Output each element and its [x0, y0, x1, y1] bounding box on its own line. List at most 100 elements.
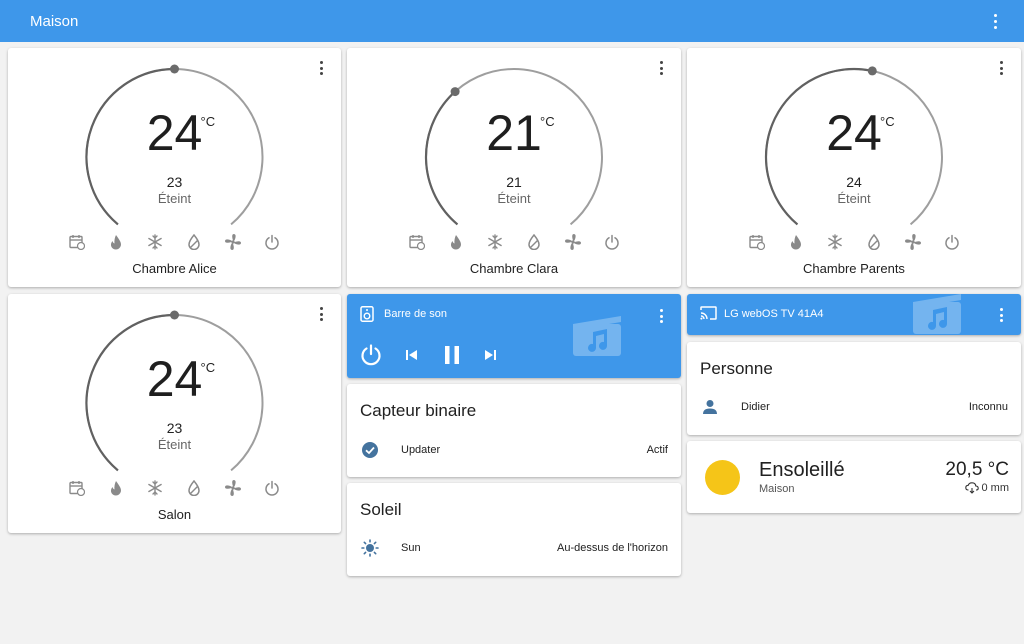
entity-row[interactable]: Sun Au-dessus de l'horizon — [360, 537, 668, 559]
hvac-state: Éteint — [157, 191, 192, 206]
previous-track-button[interactable] — [405, 348, 419, 362]
heat-icon[interactable] — [107, 478, 126, 497]
next-track-button[interactable] — [483, 348, 497, 362]
power-icon[interactable] — [263, 232, 282, 251]
current-temperature: 24 — [146, 105, 203, 161]
heat-icon[interactable] — [786, 232, 805, 251]
setpoint-handle[interactable] — [450, 87, 460, 97]
media-controls — [359, 343, 497, 367]
target-temperature: 23 — [166, 174, 183, 190]
sun-card: Soleil Sun Au-dessus de l'horizon — [347, 483, 681, 576]
movie-music-icon — [913, 294, 961, 334]
heat-icon[interactable] — [446, 232, 465, 251]
thermostat-card-0: 24 °C 23 Éteint Chambre Alice — [8, 48, 341, 287]
cool-icon[interactable] — [146, 232, 165, 251]
weather-precipitation: 0 mm — [964, 482, 1010, 494]
entity-state: Actif — [646, 444, 668, 456]
dry-icon[interactable] — [864, 232, 883, 251]
media-player-card-soundbar: Barre de son — [347, 294, 681, 378]
person-icon — [700, 397, 720, 417]
current-temperature: 24 — [826, 105, 882, 161]
entity-row[interactable]: Didier Inconnu — [700, 396, 1008, 418]
schedule-icon[interactable] — [747, 232, 766, 251]
hvac-mode-bar — [8, 232, 341, 251]
thermostat-card-1: 21 °C 21 Éteint Chambre Clara — [347, 48, 681, 287]
hvac-mode-bar — [8, 478, 341, 497]
card-menu-icon[interactable] — [995, 306, 1007, 324]
entity-name: Sun — [401, 542, 421, 554]
entity-name: Updater — [401, 444, 441, 456]
card-header: Capteur binaire — [360, 401, 477, 420]
cool-icon[interactable] — [825, 232, 844, 251]
thermostat-card-3: 24 °C 23 Éteint Salon — [8, 294, 341, 533]
heat-icon[interactable] — [107, 232, 126, 251]
power-icon[interactable] — [602, 232, 621, 251]
fan-icon[interactable] — [224, 232, 243, 251]
card-header: Soleil — [360, 500, 402, 519]
pause-button[interactable] — [443, 345, 461, 365]
weather-card[interactable]: Ensoleillé Maison 20,5 °C 0 mm — [687, 441, 1021, 513]
media-player-card-tv: LG webOS TV 41A4 — [687, 294, 1021, 335]
thermostat-name: Chambre Alice — [132, 261, 217, 276]
power-icon[interactable] — [942, 232, 961, 251]
target-temperature: 24 — [846, 174, 862, 190]
hvac-state: Éteint — [497, 191, 531, 206]
card-menu-icon[interactable] — [655, 59, 667, 77]
dry-icon[interactable] — [185, 478, 204, 497]
hvac-state: Éteint — [837, 191, 871, 206]
cast-icon — [700, 306, 717, 320]
temperature-unit: °C — [540, 114, 555, 129]
page-title: Maison — [30, 12, 79, 30]
thermostat-name: Salon — [157, 507, 192, 522]
current-temperature: 21 — [486, 105, 542, 161]
card-menu-icon[interactable] — [315, 59, 327, 77]
card-menu-icon[interactable] — [995, 59, 1007, 77]
card-menu-icon[interactable] — [315, 305, 327, 323]
schedule-icon[interactable] — [68, 478, 87, 497]
hvac-state: Éteint — [157, 437, 192, 452]
setpoint-handle[interactable] — [170, 64, 179, 74]
power-icon[interactable] — [263, 478, 282, 497]
app-header: Maison — [0, 0, 1024, 42]
dry-icon[interactable] — [524, 232, 543, 251]
schedule-icon[interactable] — [68, 232, 87, 251]
entity-state: Inconnu — [968, 401, 1008, 413]
fan-icon[interactable] — [563, 232, 582, 251]
fan-icon[interactable] — [903, 232, 922, 251]
speaker-icon — [360, 306, 374, 322]
cool-icon[interactable] — [485, 232, 504, 251]
temperature-unit: °C — [200, 360, 216, 375]
cool-icon[interactable] — [146, 478, 165, 497]
person-card: Personne Didier Inconnu — [687, 342, 1021, 435]
header-menu-icon[interactable] — [986, 11, 1004, 31]
entity-row[interactable]: Updater Actif — [360, 439, 668, 461]
entity-name: Didier — [741, 401, 770, 413]
sun-icon — [360, 538, 380, 558]
thermostat-name: Chambre Parents — [803, 261, 905, 276]
media-player-title: LG webOS TV 41A4 — [724, 308, 824, 320]
cloud-rain-icon — [964, 482, 979, 494]
check-circle-icon — [360, 440, 380, 460]
sunny-weather-icon — [705, 460, 740, 495]
binary-sensor-card: Capteur binaire Updater Actif — [347, 384, 681, 477]
precipitation-value: 0 mm — [981, 482, 1010, 494]
temperature-unit: °C — [200, 114, 216, 129]
thermostat-name: Chambre Clara — [469, 261, 559, 276]
temperature-unit: °C — [880, 114, 895, 129]
weather-condition: Ensoleillé — [759, 459, 845, 481]
target-temperature: 21 — [506, 174, 522, 190]
entity-state: Au-dessus de l'horizon — [557, 542, 668, 554]
setpoint-handle[interactable] — [170, 310, 179, 320]
weather-temperature: 20,5 °C — [945, 459, 1009, 480]
power-button[interactable] — [359, 343, 383, 367]
current-temperature: 24 — [146, 351, 203, 407]
weather-location: Maison — [759, 483, 795, 495]
schedule-icon[interactable] — [407, 232, 426, 251]
card-menu-icon[interactable] — [655, 307, 667, 325]
target-temperature: 23 — [166, 420, 183, 436]
card-header: Personne — [700, 359, 773, 378]
thermostat-card-2: 24 °C 24 Éteint Chambre Parents — [687, 48, 1021, 287]
fan-icon[interactable] — [224, 478, 243, 497]
dry-icon[interactable] — [185, 232, 204, 251]
setpoint-handle[interactable] — [867, 66, 877, 76]
